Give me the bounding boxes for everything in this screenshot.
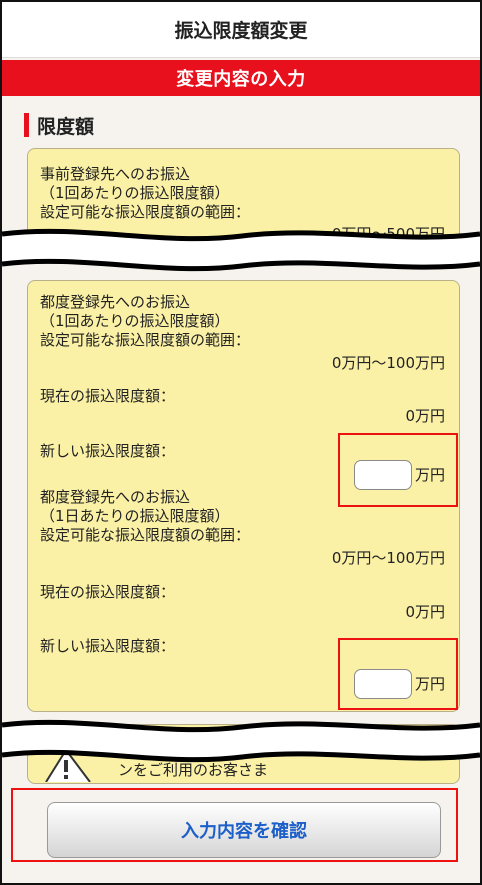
group1-line1: 都度登録先へのお振込 (40, 293, 191, 311)
section-title: 変更内容の入力 (2, 60, 480, 96)
card1-line3: 設定可能な振込限度額の範囲： (40, 203, 251, 221)
notice-text: ンをご利用のお客さま (118, 761, 269, 779)
group2-new-label: 新しい振込限度額： (40, 637, 176, 655)
group2-current-value: 0万円 (405, 603, 445, 621)
group2-range: 0万円〜100万円 (331, 549, 445, 567)
group2-line2: （1日あたりの振込限度額） (40, 507, 230, 525)
group2-current-label: 現在の振込限度額： (40, 583, 176, 601)
per-use-limit-card: 都度登録先へのお振込 （1回あたりの振込限度額） 設定可能な振込限度額の範囲： … (27, 280, 460, 712)
page-title: 振込限度額変更 (2, 2, 480, 58)
group2-line3: 設定可能な振込限度額の範囲： (40, 526, 251, 544)
group1-range: 0万円〜100万円 (331, 354, 445, 372)
group1-new-label: 新しい振込限度額： (40, 442, 176, 460)
group1-line2: （1回あたりの振込限度額） (40, 312, 230, 330)
group1-input-highlight: 万円 (338, 433, 458, 507)
group2-input-highlight: 万円 (338, 638, 458, 710)
confirm-input-button[interactable]: 入力内容を確認 (47, 802, 441, 858)
section-break-wave (2, 228, 480, 272)
phone-frame: 振込限度額変更 変更内容の入力 限度額 事前登録先へのお振込 （1回あたりの振込… (0, 0, 482, 885)
card1-line2: （1回あたりの振込限度額） (40, 184, 230, 202)
group2-line1: 都度登録先へのお振込 (40, 488, 191, 506)
group1-line3: 設定可能な振込限度額の範囲： (40, 331, 251, 349)
confirm-button-highlight: 入力内容を確認 (11, 788, 458, 862)
group2-new-limit-input[interactable] (354, 669, 412, 699)
section-break-wave-2 (2, 719, 480, 763)
limit-heading: 限度額 (24, 110, 94, 140)
group1-new-limit-input[interactable] (354, 460, 412, 490)
group1-unit: 万円 (415, 466, 446, 484)
group1-current-label: 現在の振込限度額： (40, 387, 176, 405)
card1-line1: 事前登録先へのお振込 (40, 165, 191, 183)
group2-unit: 万円 (415, 675, 446, 693)
heading-accent-bar (24, 113, 29, 137)
group1-current-value: 0万円 (405, 407, 445, 425)
limit-heading-label: 限度額 (37, 115, 95, 138)
